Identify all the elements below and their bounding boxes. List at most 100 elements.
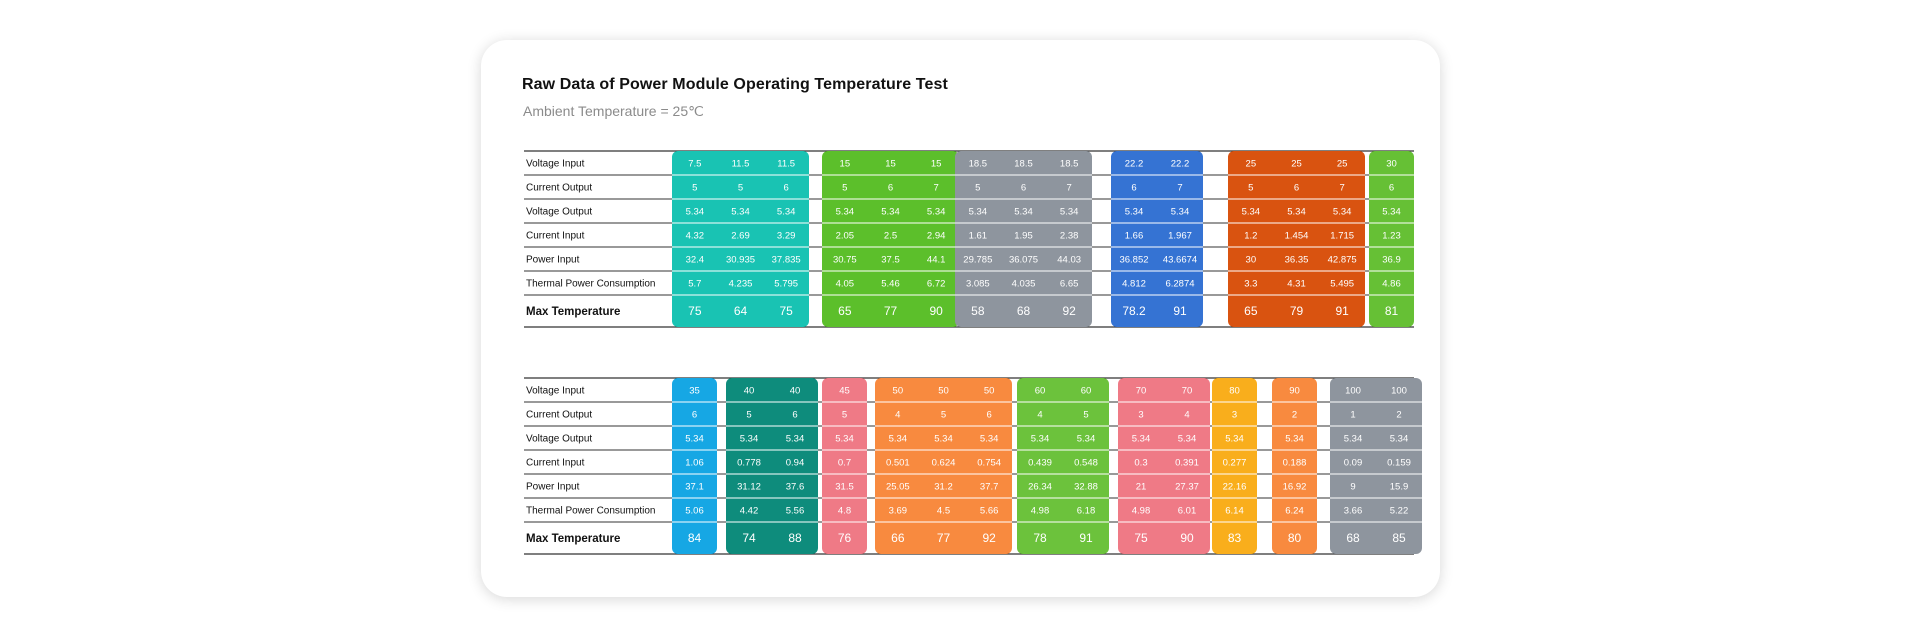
data-cell: 40 bbox=[790, 386, 801, 397]
data-cell: 0.188 bbox=[1283, 458, 1307, 469]
data-cell: 6 bbox=[1294, 183, 1299, 194]
data-cell: 60 bbox=[1035, 386, 1046, 397]
data-cell: 22.2 bbox=[1171, 159, 1190, 170]
data-cell: 5.56 bbox=[786, 506, 805, 517]
data-cell: 37.1 bbox=[685, 482, 704, 493]
max-temperature-cell: 58 bbox=[971, 304, 985, 318]
data-cell: 7.5 bbox=[688, 159, 701, 170]
data-cell: 5.34 bbox=[1132, 434, 1151, 445]
data-cell: 5.34 bbox=[1171, 207, 1190, 218]
data-cell: 5 bbox=[746, 410, 751, 421]
data-cell: 5.34 bbox=[1344, 434, 1363, 445]
max-temperature-cell: 79 bbox=[1290, 304, 1304, 318]
row-label: Max Temperature bbox=[526, 533, 620, 545]
max-temperature-cell: 68 bbox=[1017, 304, 1031, 318]
data-cell: 5.34 bbox=[1225, 434, 1244, 445]
data-cell: 4.8 bbox=[838, 506, 851, 517]
data-cell: 70 bbox=[1182, 386, 1193, 397]
data-cell: 0.501 bbox=[886, 458, 910, 469]
row-label: Voltage Input bbox=[526, 159, 585, 170]
max-temperature-cell: 92 bbox=[1062, 304, 1076, 318]
max-temperature-cell: 85 bbox=[1392, 531, 1406, 545]
data-cell: 6.2874 bbox=[1165, 279, 1194, 290]
data-cell: 5.34 bbox=[786, 434, 805, 445]
data-cell: 11.5 bbox=[732, 159, 750, 170]
data-cell: 4 bbox=[1184, 410, 1189, 421]
data-cell: 5.06 bbox=[685, 506, 704, 517]
data-cell: 1.715 bbox=[1330, 231, 1354, 242]
max-temperature-cell: 75 bbox=[688, 304, 702, 318]
data-cell: 6 bbox=[888, 183, 893, 194]
data-cell: 4.05 bbox=[836, 279, 855, 290]
data-cell: 6.01 bbox=[1178, 506, 1197, 517]
data-cell: 0.778 bbox=[737, 458, 761, 469]
data-cell: 5 bbox=[842, 183, 847, 194]
data-cell: 5.34 bbox=[1382, 207, 1401, 218]
data-cell: 44.03 bbox=[1057, 255, 1081, 266]
data-cell: 2.5 bbox=[884, 231, 897, 242]
data-cell: 5.795 bbox=[774, 279, 798, 290]
data-cell: 36.35 bbox=[1285, 255, 1309, 266]
data-cell: 1.06 bbox=[685, 458, 704, 469]
data-cell: 4 bbox=[895, 410, 900, 421]
data-cell: 7 bbox=[1067, 183, 1072, 194]
data-cell: 21 bbox=[1136, 482, 1147, 493]
row-label: Power Input bbox=[526, 482, 580, 493]
max-temperature-cell: 90 bbox=[929, 304, 943, 318]
data-cell: 44.1 bbox=[927, 255, 946, 266]
data-cell: 4.98 bbox=[1031, 506, 1050, 517]
data-cell: 6 bbox=[792, 410, 797, 421]
data-cell: 32.4 bbox=[686, 255, 705, 266]
data-cell: 4.32 bbox=[686, 231, 705, 242]
data-cell: 15 bbox=[931, 159, 942, 170]
data-cell: 26.34 bbox=[1028, 482, 1052, 493]
data-cell: 50 bbox=[893, 386, 904, 397]
data-cell: 5.46 bbox=[881, 279, 900, 290]
data-cell: 6.14 bbox=[1225, 506, 1244, 517]
data-cell: 32.88 bbox=[1074, 482, 1098, 493]
data-cell: 4 bbox=[1037, 410, 1042, 421]
data-cell: 5 bbox=[941, 410, 946, 421]
data-cell: 0.439 bbox=[1028, 458, 1052, 469]
data-cell: 4.86 bbox=[1382, 279, 1401, 290]
data-cell: 25 bbox=[1291, 159, 1302, 170]
data-cell: 6 bbox=[1131, 183, 1136, 194]
data-cell: 31.12 bbox=[737, 482, 761, 493]
data-cell: 3.69 bbox=[889, 506, 908, 517]
data-cell: 5.34 bbox=[685, 434, 704, 445]
row-label: Thermal Power Consumption bbox=[526, 506, 656, 517]
data-cell: 0.09 bbox=[1344, 458, 1363, 469]
max-temperature-cell: 91 bbox=[1335, 304, 1349, 318]
data-cell: 3.66 bbox=[1344, 506, 1363, 517]
data-cell: 7 bbox=[1177, 183, 1182, 194]
max-temperature-cell: 78 bbox=[1033, 531, 1047, 545]
data-cell: 1 bbox=[1350, 410, 1355, 421]
data-cell: 5 bbox=[975, 183, 980, 194]
data-cell: 50 bbox=[938, 386, 949, 397]
max-temperature-cell: 88 bbox=[788, 531, 802, 545]
data-cell: 37.835 bbox=[772, 255, 801, 266]
data-cell: 0.391 bbox=[1175, 458, 1199, 469]
data-cell: 5.34 bbox=[889, 434, 908, 445]
data-cell: 29.785 bbox=[963, 255, 992, 266]
data-cell: 5.34 bbox=[1285, 434, 1304, 445]
data-cell: 36.9 bbox=[1382, 255, 1401, 266]
data-cell: 25 bbox=[1337, 159, 1348, 170]
row-label: Current Input bbox=[526, 458, 585, 469]
data-cell: 3 bbox=[1232, 410, 1237, 421]
data-cell: 5.22 bbox=[1390, 506, 1409, 517]
data-cell: 5.34 bbox=[1287, 207, 1306, 218]
max-temperature-cell: 74 bbox=[742, 531, 756, 545]
max-temperature-cell: 81 bbox=[1385, 304, 1399, 318]
data-cell: 37.7 bbox=[980, 482, 999, 493]
data-cell: 11.5 bbox=[777, 159, 795, 170]
data-cell: 5 bbox=[738, 183, 743, 194]
max-temperature-cell: 80 bbox=[1288, 531, 1302, 545]
data-cell: 30 bbox=[1386, 159, 1397, 170]
data-cell: 1.454 bbox=[1285, 231, 1309, 242]
data-cell: 40 bbox=[744, 386, 755, 397]
row-label: Thermal Power Consumption bbox=[526, 279, 656, 290]
max-temperature-cell: 75 bbox=[1134, 531, 1148, 545]
data-cell: 5.66 bbox=[980, 506, 999, 517]
data-cell: 6 bbox=[1021, 183, 1026, 194]
